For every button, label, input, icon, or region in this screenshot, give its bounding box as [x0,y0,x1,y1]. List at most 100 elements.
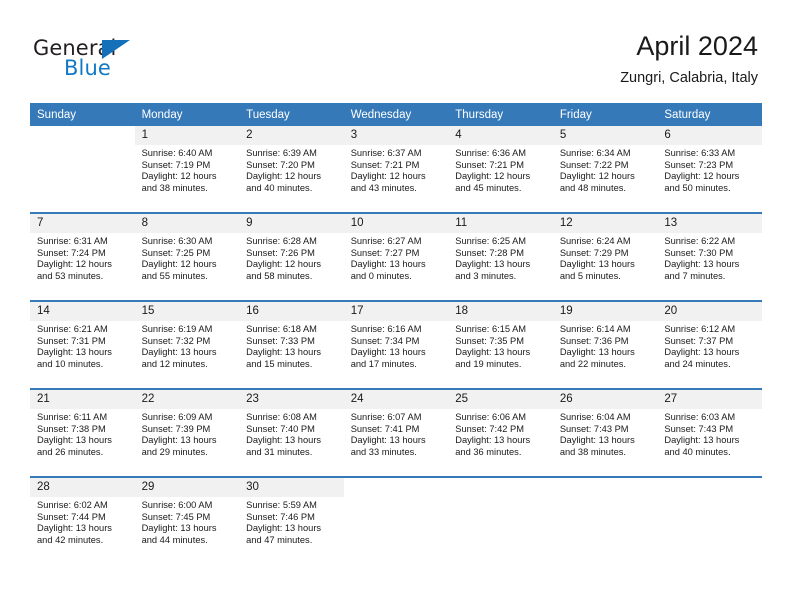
day-info: Sunrise: 6:28 AM Sunset: 7:26 PM Daylight:… [239,233,344,282]
sunset-text: Sunset: 7:41 PM [350,423,420,434]
day-number: 6 [657,126,762,145]
day-cell[interactable]: 6 Sunrise: 6:33 AM Sunset: 7:23 PM Daylight… [657,126,762,213]
day-info: Sunrise: 6:27 AM Sunset: 7:27 PM Daylight:… [344,233,449,282]
day-number [343,478,449,497]
day-cell[interactable]: 26 Sunrise: 6:04 AM Sunset: 7:43 PM Dayligh… [552,388,658,477]
daylight-text: Daylight: 12 hours and 45 minutes. [455,171,531,193]
day-cell-inner: 16 Sunrise: 6:18 AM Sunset: 7:33 PM Dayligh… [239,302,344,388]
day-cell[interactable]: 16 Sunrise: 6:18 AM Sunset: 7:33 PM Dayligh… [239,300,344,389]
day-info [344,497,449,500]
day-info: Sunrise: 6:19 AM Sunset: 7:32 PM Daylight:… [135,321,240,370]
sunset-text: Sunset: 7:34 PM [350,335,420,346]
weekday-header-friday: Friday [552,103,658,126]
day-number: 17 [343,302,449,321]
week-row: 14 Sunrise: 6:21 AM Sunset: 7:31 PM Dayligh… [30,300,762,389]
day-cell[interactable]: 25 Sunrise: 6:06 AM Sunset: 7:42 PM Dayligh… [448,388,553,477]
sunrise-text: Sunrise: 6:33 AM [664,148,736,158]
day-cell[interactable]: 22 Sunrise: 6:09 AM Sunset: 7:39 PM Dayligh… [134,388,240,477]
daylight-text: Daylight: 12 hours and 53 minutes. [37,259,112,281]
day-cell[interactable]: 8 Sunrise: 6:30 AM Sunset: 7:25 PM Daylight… [134,212,240,301]
day-number: 19 [552,302,658,321]
sunset-text: Sunset: 7:37 PM [664,335,734,346]
sunrise-text: Sunrise: 6:40 AM [141,148,213,158]
day-cell[interactable]: 19 Sunrise: 6:14 AM Sunset: 7:36 PM Dayligh… [552,300,658,389]
day-cell-inner: 14 Sunrise: 6:21 AM Sunset: 7:31 PM Dayligh… [30,302,135,388]
day-cell-inner [30,126,135,212]
day-cell[interactable]: 1 Sunrise: 6:40 AM Sunset: 7:19 PM Daylight… [134,126,240,213]
day-cell-inner: 19 Sunrise: 6:14 AM Sunset: 7:36 PM Dayligh… [552,302,658,388]
daylight-text: Daylight: 13 hours and 22 minutes. [559,347,635,369]
daylight-text: Daylight: 12 hours and 38 minutes. [141,171,217,193]
day-cell[interactable]: 28 Sunrise: 6:02 AM Sunset: 7:44 PM Dayligh… [30,476,135,564]
day-cell[interactable]: 12 Sunrise: 6:24 AM Sunset: 7:29 PM Dayligh… [552,212,658,301]
daylight-text: Daylight: 13 hours and 15 minutes. [246,347,322,369]
day-number [552,478,658,497]
day-info: Sunrise: 6:33 AM Sunset: 7:23 PM Daylight:… [657,145,762,194]
day-info: Sunrise: 6:06 AM Sunset: 7:42 PM Daylight:… [448,409,553,458]
weekday-header-tuesday: Tuesday [239,103,344,126]
day-cell[interactable]: 14 Sunrise: 6:21 AM Sunset: 7:31 PM Dayligh… [30,300,135,389]
day-info: Sunrise: 6:07 AM Sunset: 7:41 PM Daylight:… [344,409,449,458]
sunrise-text: Sunrise: 6:19 AM [141,324,213,334]
daylight-text: Daylight: 13 hours and 10 minutes. [37,347,112,369]
day-info: Sunrise: 6:14 AM Sunset: 7:36 PM Daylight:… [553,321,658,370]
sunset-text: Sunset: 7:40 PM [246,423,315,434]
week-row: 1 Sunrise: 6:40 AM Sunset: 7:19 PM Daylight… [30,126,762,213]
sunrise-text: Sunrise: 6:02 AM [37,500,108,510]
sunset-text: Sunset: 7:26 PM [246,247,315,258]
day-cell[interactable]: 21 Sunrise: 6:11 AM Sunset: 7:38 PM Dayligh… [30,388,135,477]
day-cell[interactable]: 30 Sunrise: 5:59 AM Sunset: 7:46 PM Dayligh… [239,476,344,564]
day-info: Sunrise: 6:36 AM Sunset: 7:21 PM Daylight:… [448,145,553,194]
sunset-text: Sunset: 7:27 PM [350,247,420,258]
day-info [448,497,553,500]
day-cell[interactable]: 7 Sunrise: 6:31 AM Sunset: 7:24 PM Daylight… [30,212,135,301]
day-cell[interactable]: 20 Sunrise: 6:12 AM Sunset: 7:37 PM Dayligh… [657,300,762,389]
day-number: 26 [552,390,658,409]
day-cell[interactable]: 23 Sunrise: 6:08 AM Sunset: 7:40 PM Dayligh… [239,388,344,477]
day-cell[interactable]: 9 Sunrise: 6:28 AM Sunset: 7:26 PM Daylight… [239,212,344,301]
sunrise-text: Sunrise: 6:37 AM [350,148,422,158]
sunrise-text: Sunrise: 6:15 AM [455,324,527,334]
day-cell-inner: 21 Sunrise: 6:11 AM Sunset: 7:38 PM Dayligh… [30,390,135,476]
day-cell[interactable]: 10 Sunrise: 6:27 AM Sunset: 7:27 PM Dayligh… [343,212,449,301]
day-number: 15 [134,302,240,321]
day-cell[interactable]: 17 Sunrise: 6:16 AM Sunset: 7:34 PM Dayligh… [343,300,449,389]
day-cell[interactable]: 11 Sunrise: 6:25 AM Sunset: 7:28 PM Dayligh… [448,212,553,301]
sunset-text: Sunset: 7:19 PM [141,159,211,170]
weekday-header-row: Sunday Monday Tuesday Wednesday Thursday… [30,103,762,126]
day-info: Sunrise: 6:40 AM Sunset: 7:19 PM Daylight:… [135,145,240,194]
day-cell-inner: 20 Sunrise: 6:12 AM Sunset: 7:37 PM Dayligh… [657,302,762,388]
day-cell[interactable]: 4 Sunrise: 6:36 AM Sunset: 7:21 PM Daylight… [448,126,553,213]
daylight-text: Daylight: 13 hours and 7 minutes. [664,259,740,281]
day-number: 14 [30,302,135,321]
weekday-header-wednesday: Wednesday [343,103,449,126]
day-cell[interactable]: 27 Sunrise: 6:03 AM Sunset: 7:43 PM Dayligh… [657,388,762,477]
day-cell[interactable] [30,126,135,213]
day-cell[interactable] [552,476,658,564]
sunset-text: Sunset: 7:39 PM [141,423,211,434]
day-number: 2 [239,126,344,145]
day-info: Sunrise: 6:15 AM Sunset: 7:35 PM Daylight:… [448,321,553,370]
day-number: 4 [448,126,553,145]
general-blue-logo[interactable]: General Blue [33,36,203,84]
day-cell[interactable]: 15 Sunrise: 6:19 AM Sunset: 7:32 PM Dayligh… [134,300,240,389]
daylight-text: Daylight: 13 hours and 47 minutes. [246,523,322,545]
day-cell[interactable]: 29 Sunrise: 6:00 AM Sunset: 7:45 PM Dayligh… [134,476,240,564]
day-cell[interactable]: 24 Sunrise: 6:07 AM Sunset: 7:41 PM Dayligh… [343,388,449,477]
daylight-text: Daylight: 12 hours and 40 minutes. [246,171,322,193]
day-cell[interactable]: 18 Sunrise: 6:15 AM Sunset: 7:35 PM Dayligh… [448,300,553,389]
day-cell-inner: 15 Sunrise: 6:19 AM Sunset: 7:32 PM Dayligh… [134,302,240,388]
day-cell[interactable]: 13 Sunrise: 6:22 AM Sunset: 7:30 PM Dayligh… [657,212,762,301]
day-cell[interactable]: 2 Sunrise: 6:39 AM Sunset: 7:20 PM Daylight… [239,126,344,213]
day-cell[interactable]: 3 Sunrise: 6:37 AM Sunset: 7:21 PM Daylight… [343,126,449,213]
sunrise-text: Sunrise: 6:22 AM [664,236,736,246]
day-cell[interactable]: 5 Sunrise: 6:34 AM Sunset: 7:22 PM Daylight… [552,126,658,213]
day-cell[interactable] [448,476,553,564]
sunrise-text: Sunrise: 6:12 AM [664,324,736,334]
day-cell[interactable] [657,476,762,564]
sunset-text: Sunset: 7:44 PM [37,511,106,522]
day-cell[interactable] [343,476,449,564]
day-info: Sunrise: 6:11 AM Sunset: 7:38 PM Daylight:… [30,409,135,458]
daylight-text: Daylight: 13 hours and 31 minutes. [246,435,322,457]
sunrise-text: Sunrise: 6:11 AM [37,412,108,422]
